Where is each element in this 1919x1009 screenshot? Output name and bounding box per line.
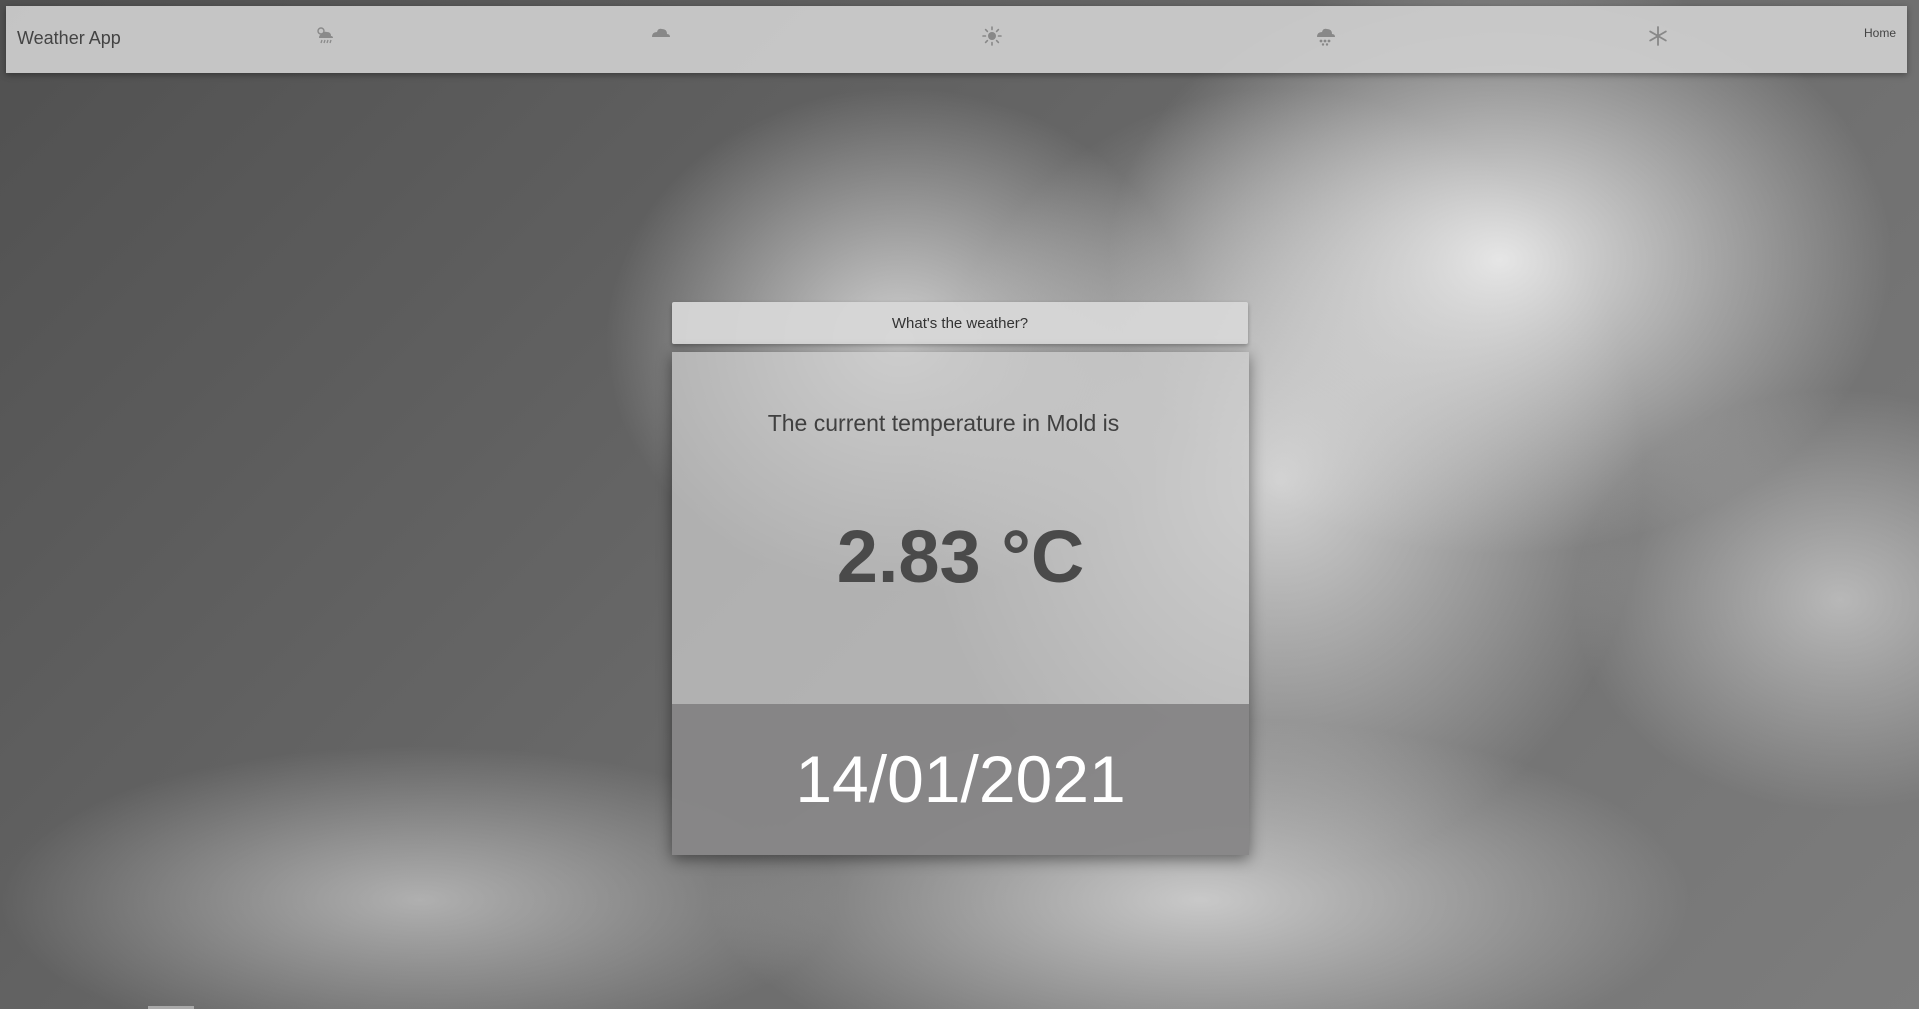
weather-card: The current temperature in Mold is 2.83 … xyxy=(672,352,1249,855)
date-value: 14/01/2021 xyxy=(795,742,1126,816)
temperature-panel: The current temperature in Mold is 2.83 … xyxy=(672,352,1249,704)
rain-sun-icon[interactable] xyxy=(311,22,339,50)
snowflake-icon[interactable] xyxy=(1644,22,1672,50)
date-panel: 14/01/2021 xyxy=(672,704,1249,855)
ask-weather-button[interactable]: What's the weather? xyxy=(672,302,1248,344)
nav-home-link[interactable]: Home xyxy=(1864,26,1896,40)
temperature-label: The current temperature in Mold is xyxy=(767,410,1120,436)
top-navbar: Weather App Home xyxy=(6,6,1907,73)
heavy-rain-icon[interactable] xyxy=(1311,22,1339,50)
temperature-value: 2.83 °C xyxy=(836,515,1085,598)
cloud-icon[interactable] xyxy=(646,19,674,47)
app-brand[interactable]: Weather App xyxy=(17,28,121,49)
sun-icon[interactable] xyxy=(978,22,1006,50)
